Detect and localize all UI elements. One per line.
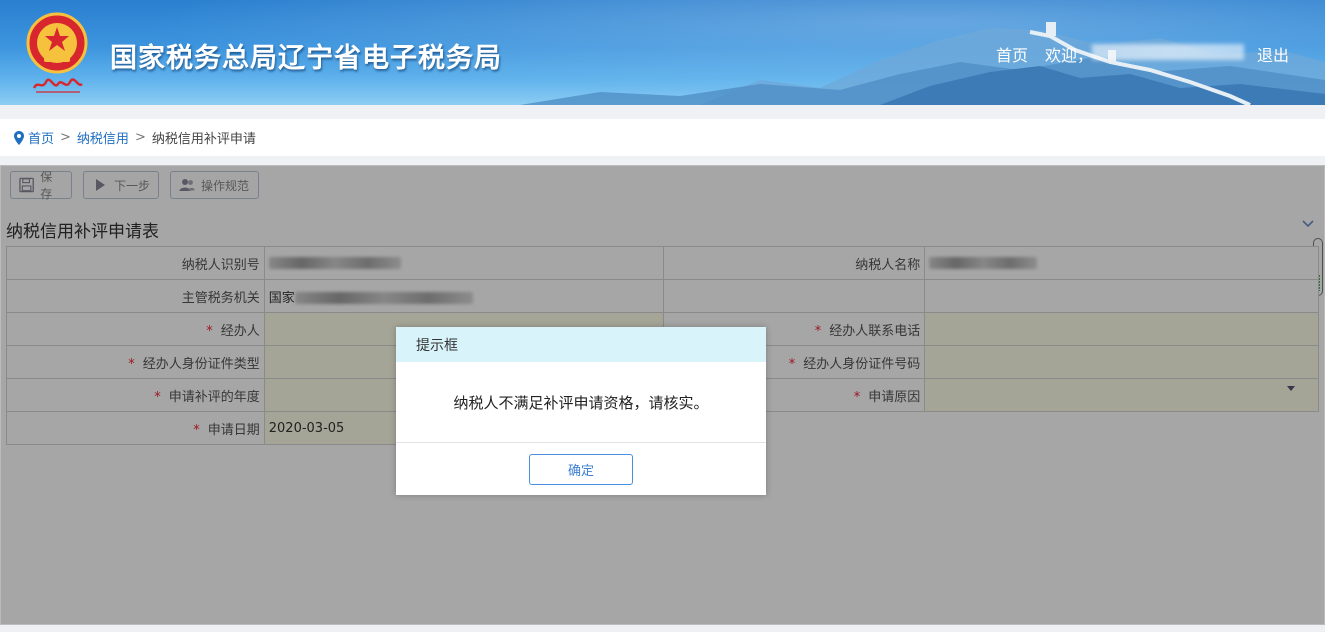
emblem-caption-logo [32,78,83,93]
dialog-message: 纳税人不满足补评申请资格，请核实。 [396,362,766,443]
breadcrumb: 首页 > 纳税信用 > 纳税信用补评申请 [0,119,1325,156]
bottom-strip [0,625,1325,632]
dialog-footer: 确定 [396,443,766,495]
logout-link[interactable]: 退出 [1257,42,1289,66]
confirm-button[interactable]: 确定 [529,453,633,485]
location-pin-icon [14,130,24,145]
site-header: 国家税务总局辽宁省电子税务局 首页 欢迎， 退出 [0,0,1325,105]
breadcrumb-current: 纳税信用补评申请 [151,132,256,147]
dialog-title: 提示框 [396,327,766,362]
breadcrumb-credit-link[interactable]: 纳税信用 [77,128,129,147]
site-title: 国家税务总局辽宁省电子税务局 [110,43,502,74]
user-name-redacted [1092,44,1244,60]
alert-dialog: 提示框 纳税人不满足补评申请资格，请核实。 确定 [396,327,766,495]
breadcrumb-home-link[interactable]: 首页 [28,128,54,147]
nav-home-link[interactable]: 首页 [996,42,1028,66]
breadcrumb-separator: > [60,130,71,145]
nav-welcome-text: 欢迎， [1045,46,1094,65]
tax-emblem-icon [26,12,88,74]
breadcrumb-separator: > [134,130,146,145]
